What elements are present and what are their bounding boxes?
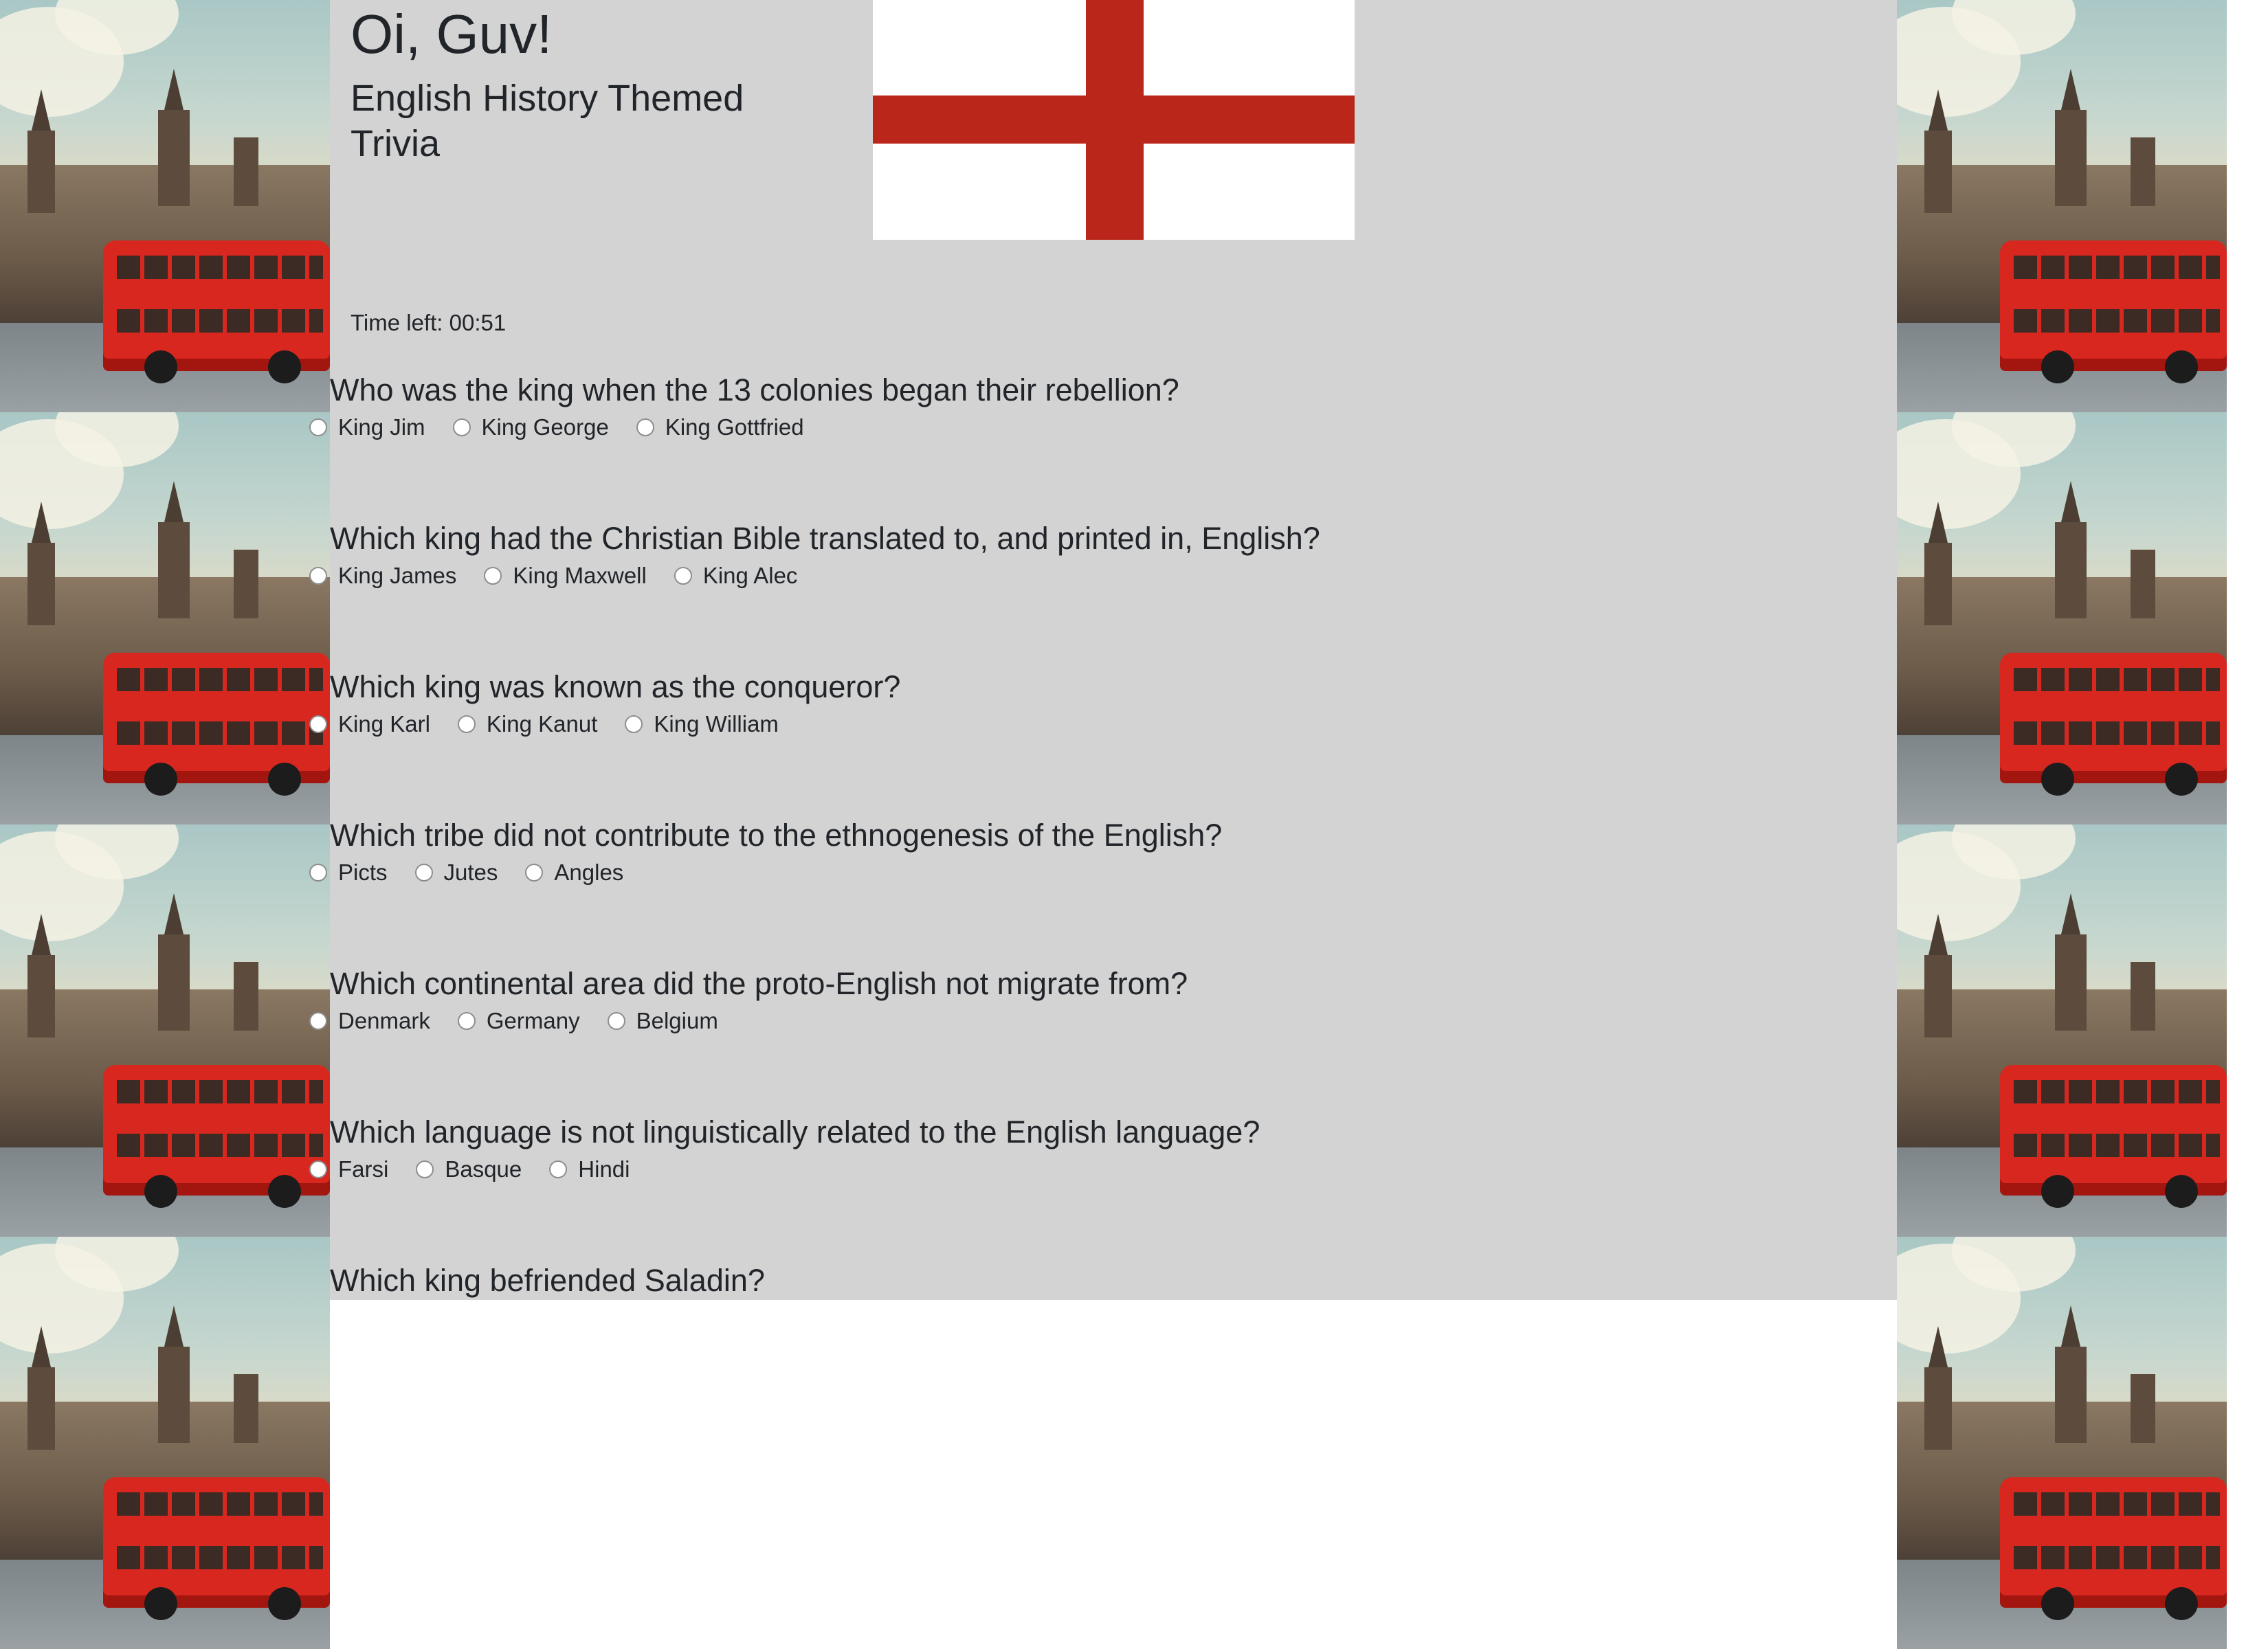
answer-option[interactable]: Angles	[525, 859, 623, 886]
answer-label: King Jim	[338, 414, 425, 440]
flag-cross-horizontal	[873, 96, 1355, 144]
answer-option[interactable]: Jutes	[414, 859, 498, 886]
question-text: Which king had the Christian Bible trans…	[330, 521, 1320, 556]
timer-text: Time left: 00:51	[351, 310, 507, 335]
quiz-panel: Oi, Guv! English History Themed Trivia T…	[309, 0, 1897, 1300]
st-george-cross-flag-icon	[873, 0, 1355, 240]
question-block: Which continental area did the proto-Eng…	[309, 965, 1897, 1033]
answer-radio[interactable]	[309, 864, 327, 882]
answer-options: King Jim King George King Gottfried	[309, 414, 832, 441]
answer-option[interactable]: King Jim	[309, 414, 425, 441]
answer-label: King James	[338, 563, 457, 588]
answer-label: Angles	[554, 860, 624, 885]
answer-radio[interactable]	[309, 715, 327, 733]
answer-option[interactable]: Picts	[309, 859, 388, 886]
answer-label: Farsi	[338, 1156, 389, 1182]
answer-label: Picts	[338, 860, 388, 885]
answer-options: King Karl King Kanut King William	[309, 710, 806, 738]
answer-options: King James King Maxwell King Alec	[309, 562, 825, 590]
question-text: Which language is not linguistically rel…	[330, 1114, 1260, 1149]
background-tile	[1897, 0, 2227, 412]
answer-radio[interactable]	[309, 567, 327, 585]
answer-option[interactable]: King William	[625, 710, 779, 738]
question-block: Which king was known as the conqueror? Ki…	[309, 668, 1897, 737]
answer-options: Farsi Basque Hindi	[309, 1156, 657, 1183]
answer-radio[interactable]	[452, 418, 471, 436]
answer-radio[interactable]	[607, 1012, 625, 1030]
answer-option[interactable]: Belgium	[607, 1007, 718, 1035]
answer-label: King William	[654, 711, 779, 737]
answer-radio[interactable]	[309, 1012, 327, 1030]
answer-option[interactable]: Germany	[457, 1007, 580, 1035]
answer-label: King Karl	[338, 711, 430, 737]
page-subtitle: English History Themed Trivia	[351, 78, 744, 164]
answer-label: Hindi	[578, 1156, 630, 1182]
answer-label: King Kanut	[486, 711, 598, 737]
answer-label: King Alec	[702, 563, 798, 588]
answer-radio[interactable]	[309, 1160, 327, 1178]
background-tile	[0, 412, 330, 824]
background-tile	[0, 1237, 330, 1649]
answer-option[interactable]: Basque	[416, 1156, 522, 1183]
question-text: Which continental area did the proto-Eng…	[330, 966, 1188, 1001]
background-tile	[0, 824, 330, 1237]
question-block: Which language is not linguistically rel…	[309, 1113, 1897, 1182]
answer-radio[interactable]	[636, 418, 654, 436]
answer-label: King George	[481, 414, 609, 440]
answer-radio[interactable]	[457, 715, 476, 733]
answer-radio[interactable]	[309, 418, 327, 436]
answer-option[interactable]: King George	[452, 414, 609, 441]
answer-option[interactable]: Hindi	[549, 1156, 630, 1183]
answer-option[interactable]: Farsi	[309, 1156, 388, 1183]
answer-label: Belgium	[636, 1008, 718, 1033]
question-block: Which tribe did not contribute to the et…	[309, 816, 1897, 885]
answer-radio[interactable]	[457, 1012, 476, 1030]
answer-label: King Maxwell	[513, 563, 647, 588]
answer-label: King Gottfried	[665, 414, 804, 440]
page-title: Oi, Guv!	[351, 3, 553, 65]
answer-option[interactable]: King James	[309, 562, 456, 590]
question-text: Which tribe did not contribute to the et…	[330, 818, 1223, 853]
question-text: Which king was known as the conqueror?	[330, 669, 901, 704]
answer-radio[interactable]	[674, 567, 692, 585]
answer-option[interactable]: King Maxwell	[484, 562, 647, 590]
answer-radio[interactable]	[416, 1160, 434, 1178]
question-text: Which king befriended Saladin?	[330, 1263, 765, 1298]
question-block: Which king had the Christian Bible trans…	[309, 519, 1897, 588]
answer-label: Denmark	[338, 1008, 430, 1033]
background-tile	[1897, 412, 2227, 824]
background-tile	[0, 0, 330, 412]
question-block: Which king befriended Saladin?	[330, 1261, 1897, 1300]
answer-option[interactable]: King Karl	[309, 710, 430, 738]
answer-options: Picts Jutes Angles	[309, 859, 651, 886]
answer-label: Germany	[486, 1008, 580, 1033]
question-text: Who was the king when the 13 colonies be…	[330, 372, 1179, 407]
answer-radio[interactable]	[414, 864, 433, 882]
answer-label: Jutes	[443, 860, 498, 885]
question-block: Who was the king when the 13 colonies be…	[309, 371, 1897, 440]
answer-option[interactable]: Denmark	[309, 1007, 430, 1035]
answer-radio[interactable]	[549, 1160, 568, 1178]
answer-radio[interactable]	[525, 864, 544, 882]
background-tile	[1897, 824, 2227, 1237]
answer-option[interactable]: King Gottfried	[636, 414, 804, 441]
answer-radio[interactable]	[484, 567, 502, 585]
answer-radio[interactable]	[625, 715, 643, 733]
answer-options: Denmark Germany Belgium	[309, 1007, 746, 1035]
answer-option[interactable]: King Alec	[674, 562, 798, 590]
answer-option[interactable]: King Kanut	[457, 710, 598, 738]
background-tile	[1897, 1237, 2227, 1649]
answer-label: Basque	[445, 1156, 522, 1182]
